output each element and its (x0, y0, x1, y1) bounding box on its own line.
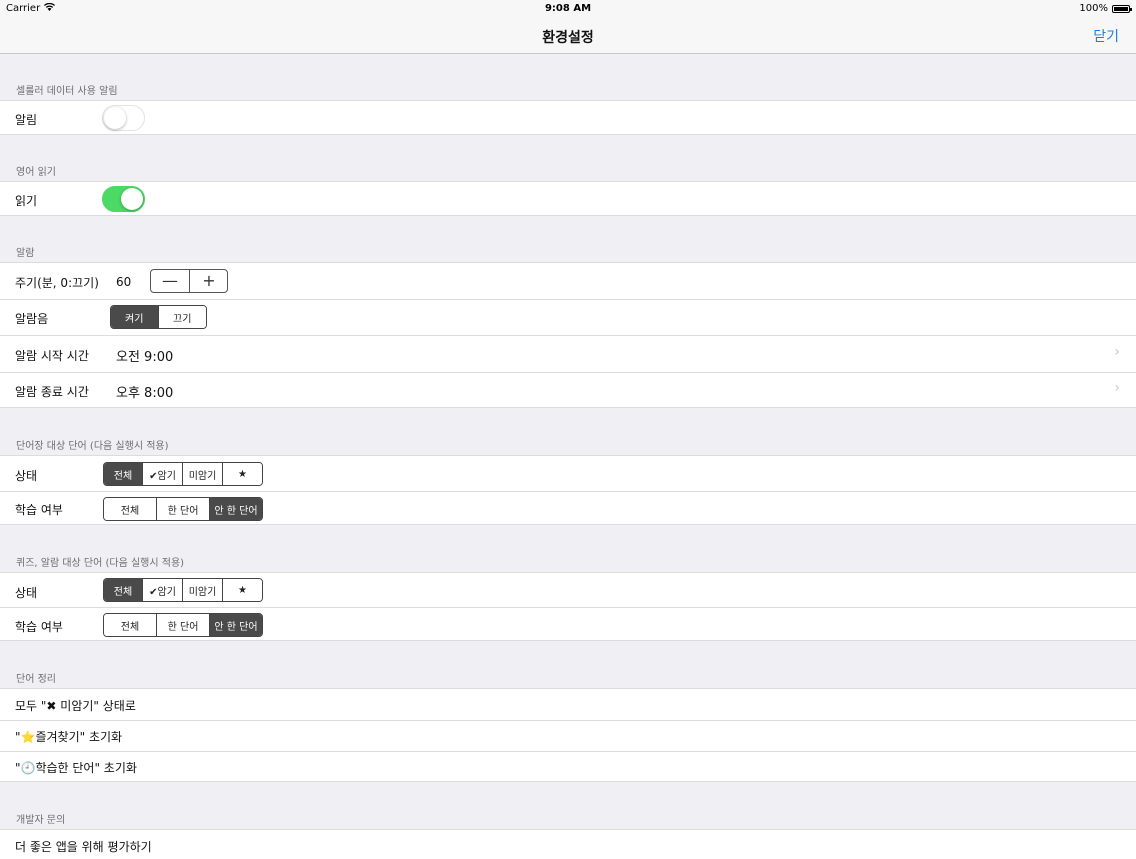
divider (0, 720, 1136, 721)
increment-button[interactable]: + (190, 270, 228, 292)
alarm-interval-stepper: — + (150, 269, 228, 293)
divider (0, 491, 1136, 492)
quiz-group: 상태 전체 ✔암기 미암기 ★ 학습 여부 전체 한 단어 안 한 단어 (0, 572, 1136, 641)
alarm-interval-label: 주기(분, 0:끄기) (15, 276, 99, 290)
cellular-alert-row: 알림 (0, 100, 1136, 135)
segment-option[interactable]: 안 한 단어 (210, 498, 262, 520)
battery-percent: 100% (1079, 3, 1108, 14)
segment-option[interactable]: 안 한 단어 (210, 614, 262, 636)
alarm-end-label: 알람 종료 시간 (15, 385, 89, 399)
section-header-developer: 개발자 문의 (16, 815, 66, 826)
divider (0, 751, 1136, 752)
divider (0, 372, 1136, 373)
segment-option[interactable]: 끄기 (158, 306, 206, 328)
chevron-right-icon: › (1114, 380, 1120, 396)
clock: 9:08 AM (544, 3, 592, 14)
reset-studied-item[interactable]: "🕘학습한 단어" 초기화 (15, 759, 137, 776)
wordbook-study-label: 학습 여부 (15, 503, 63, 517)
alarm-start-value[interactable]: 오전 9:00 (116, 346, 173, 365)
mark-all-unmemorized-item[interactable]: 모두 "✖ 미암기" 상태로 (15, 697, 136, 714)
english-read-row: 읽기 (0, 181, 1136, 216)
section-header-cleanup: 단어 정리 (16, 674, 56, 685)
cellular-alert-toggle[interactable] (102, 105, 145, 131)
divider (0, 299, 1136, 300)
cellular-alert-label: 알림 (15, 113, 38, 127)
alarm-group: 주기(분, 0:끄기) 60 — + 알람음 켜기 끄기 알람 시작 시간 오전 … (0, 262, 1136, 408)
divider (0, 607, 1136, 608)
close-button[interactable]: 닫기 (1093, 26, 1119, 46)
segment-option[interactable]: 전체 (104, 614, 157, 636)
toggle-knob (104, 107, 126, 129)
english-read-toggle[interactable] (102, 186, 145, 212)
section-header-quiz: 퀴즈, 알람 대상 단어 (다음 실행시 적용) (16, 558, 185, 569)
segment-option[interactable]: 전체 (104, 498, 157, 520)
wordbook-group: 상태 전체 ✔암기 미암기 ★ 학습 여부 전체 한 단어 안 한 단어 (0, 455, 1136, 525)
cleanup-group: 모두 "✖ 미암기" 상태로 "⭐즐겨찾기" 초기화 "🕘학습한 단어" 초기화 (0, 688, 1136, 782)
segment-option[interactable]: 미암기 (183, 579, 223, 601)
alarm-end-value[interactable]: 오후 8:00 (116, 382, 173, 401)
segment-option[interactable]: 한 단어 (157, 498, 210, 520)
section-header-wordbook: 단어장 대상 단어 (다음 실행시 적용) (16, 441, 169, 452)
wordbook-state-segmented: 전체 ✔암기 미암기 ★ (103, 462, 263, 486)
english-read-label: 읽기 (15, 194, 38, 208)
segment-option[interactable]: 미암기 (183, 463, 223, 485)
reset-favorites-item[interactable]: "⭐즐겨찾기" 초기화 (15, 728, 122, 745)
segment-option[interactable]: ✔암기 (143, 463, 183, 485)
alarm-sound-label: 알람음 (15, 312, 49, 326)
segment-option[interactable]: ★ (223, 463, 262, 485)
page-title: 환경설정 (542, 30, 594, 46)
quiz-state-label: 상태 (15, 586, 38, 600)
segment-option[interactable]: 전체 (104, 579, 143, 601)
developer-group: 더 좋은 앱을 위해 평가하기 (0, 829, 1136, 859)
rate-app-item[interactable]: 더 좋은 앱을 위해 평가하기 (15, 838, 152, 855)
decrement-button[interactable]: — (151, 270, 190, 292)
divider (0, 335, 1136, 336)
section-header-english: 영어 읽기 (16, 167, 56, 178)
battery-icon (1112, 5, 1132, 13)
toggle-knob (121, 188, 143, 210)
segment-option[interactable]: ✔암기 (143, 579, 183, 601)
quiz-state-segmented: 전체 ✔암기 미암기 ★ (103, 578, 263, 602)
segment-option[interactable]: 전체 (104, 463, 143, 485)
quiz-study-label: 학습 여부 (15, 620, 63, 634)
segment-option[interactable]: 켜기 (111, 306, 159, 328)
wordbook-state-label: 상태 (15, 469, 38, 483)
navigation-bar: 환경설정 닫기 (0, 18, 1136, 54)
segment-option[interactable]: ★ (223, 579, 262, 601)
section-header-alarm: 알람 (16, 248, 35, 259)
wordbook-study-segmented: 전체 한 단어 안 한 단어 (103, 497, 263, 521)
alarm-interval-value: 60 (116, 275, 132, 289)
status-bar: Carrier 9:08 AM 100% (0, 0, 1136, 18)
section-header-cellular: 셀룰러 데이터 사용 알림 (16, 86, 118, 97)
segment-option[interactable]: 한 단어 (157, 614, 210, 636)
quiz-study-segmented: 전체 한 단어 안 한 단어 (103, 613, 263, 637)
chevron-right-icon: › (1114, 344, 1120, 360)
alarm-start-label: 알람 시작 시간 (15, 349, 89, 363)
alarm-sound-segmented: 켜기 끄기 (110, 305, 207, 329)
